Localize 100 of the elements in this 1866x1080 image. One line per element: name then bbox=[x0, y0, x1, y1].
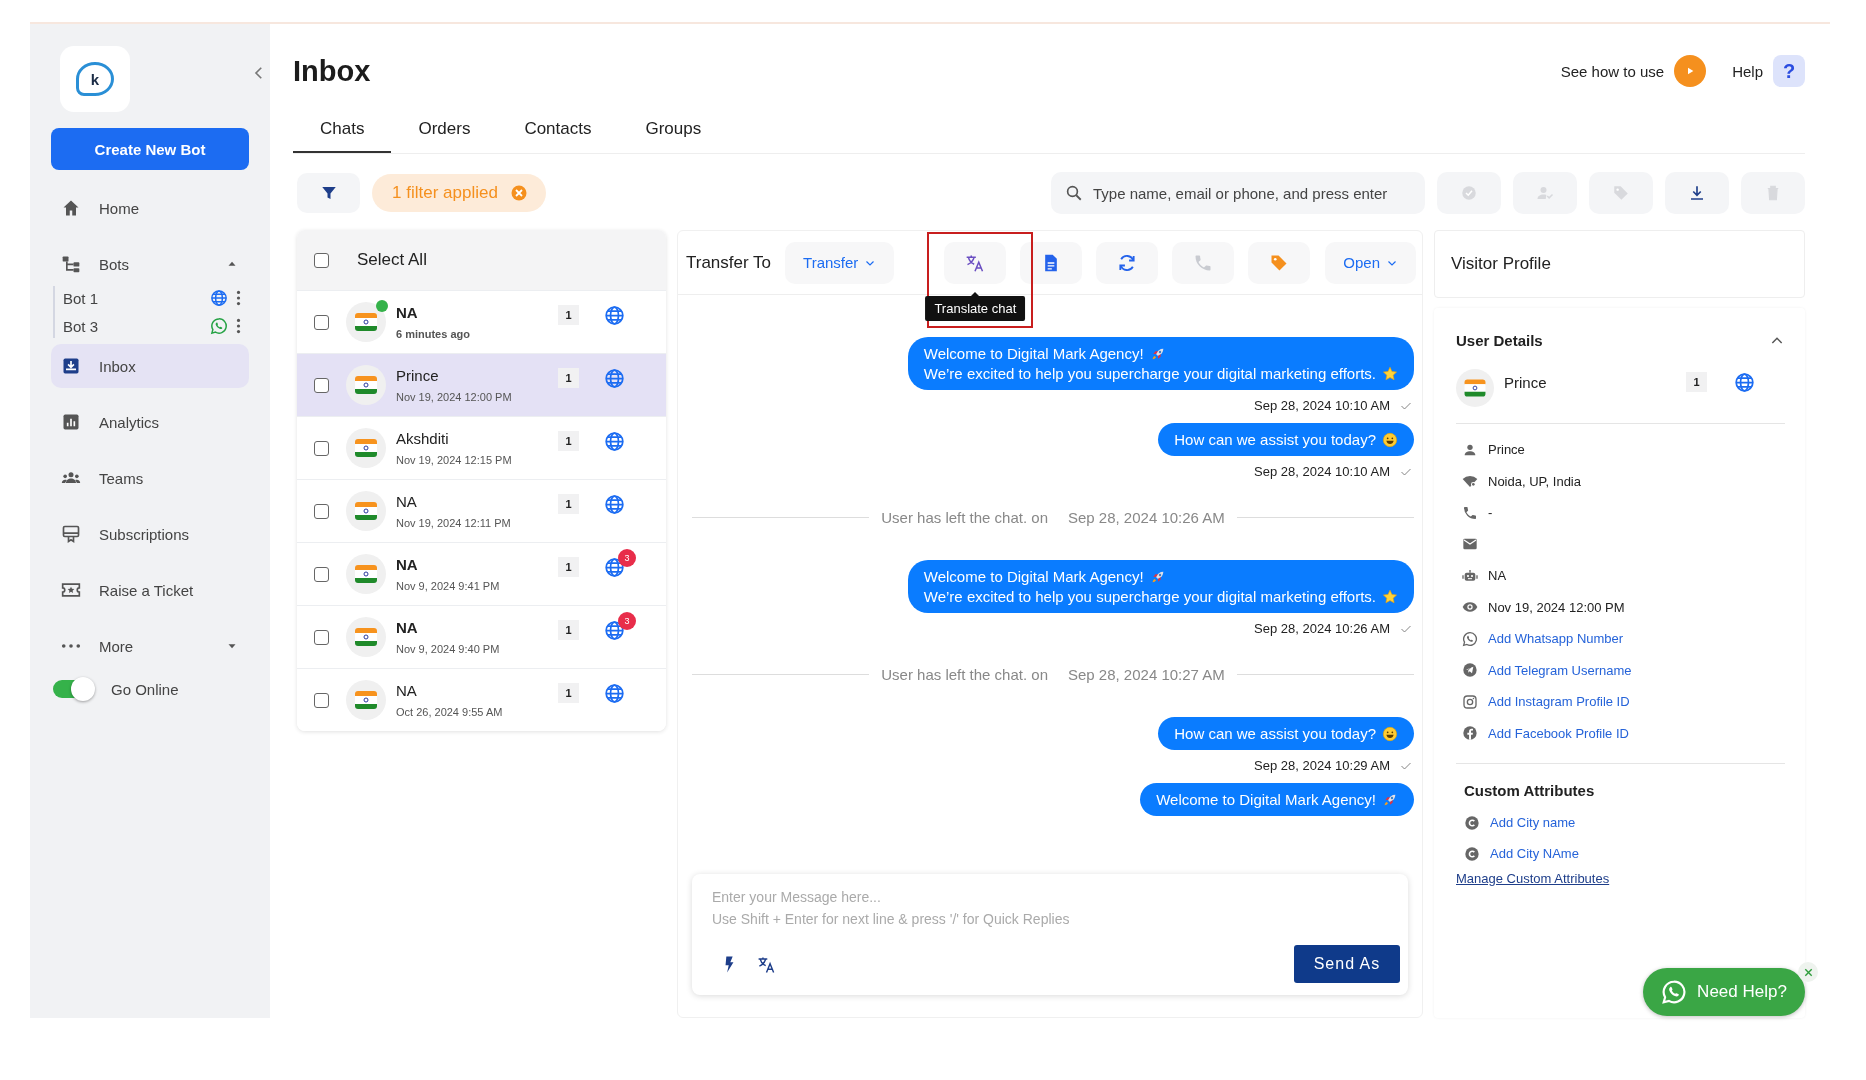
transfer-dropdown[interactable]: Transfer bbox=[785, 241, 895, 284]
bot-name[interactable]: Bot 1 bbox=[63, 289, 210, 307]
chat-list-item[interactable]: NA Nov 9, 2024 9:40 PM 1 3 bbox=[297, 605, 666, 668]
message-time: Sep 28, 2024 10:26 AM bbox=[1254, 621, 1390, 636]
chat-time: Nov 19, 2024 12:11 PM bbox=[396, 517, 512, 529]
toolbar-button[interactable] bbox=[944, 241, 1007, 284]
sidebar-item[interactable]: Raise a Ticket bbox=[51, 562, 249, 618]
help-button[interactable]: ? bbox=[1773, 55, 1805, 87]
contact-name: NA bbox=[396, 619, 419, 636]
detail-text: - bbox=[1488, 505, 1493, 521]
sidebar-item[interactable]: Home bbox=[51, 180, 249, 236]
check-circle-icon bbox=[1460, 184, 1478, 202]
add-link[interactable]: Add Facebook Profile ID bbox=[1488, 725, 1629, 741]
detail-text: NA bbox=[1488, 568, 1507, 584]
add-link[interactable]: Add Whatsapp Number bbox=[1488, 631, 1624, 647]
add-link[interactable]: Add Telegram Username bbox=[1488, 662, 1632, 678]
globe-icon bbox=[604, 556, 625, 578]
sidebar-item[interactable]: Bots bbox=[51, 236, 249, 292]
transfer-label: Transfer To bbox=[686, 252, 772, 273]
message-time: Sep 28, 2024 10:10 AM bbox=[1254, 464, 1390, 479]
toolbar-button[interactable] bbox=[1020, 241, 1083, 284]
help-link[interactable]: Help bbox=[1732, 62, 1763, 80]
count-badge: 1 bbox=[558, 305, 579, 325]
tab[interactable]: Groups bbox=[618, 106, 729, 153]
close-button[interactable] bbox=[1798, 962, 1818, 982]
manage-link[interactable]: Manage Custom Attributes bbox=[1456, 871, 1610, 886]
whatsapp-icon bbox=[210, 317, 228, 335]
tab[interactable]: Chats bbox=[293, 106, 392, 153]
checkbox[interactable] bbox=[314, 566, 329, 582]
sidebar-item[interactable]: Teams bbox=[51, 450, 249, 506]
close-icon bbox=[1802, 966, 1814, 978]
message-text: Welcome to Digital Mark Agency! bbox=[1156, 791, 1376, 808]
chat-list-item[interactable]: Akshditi Nov 19, 2024 12:15 PM 1 bbox=[297, 416, 666, 479]
add-link[interactable]: Add Instagram Profile ID bbox=[1488, 694, 1630, 710]
sidebar-label: Subscriptions bbox=[99, 525, 191, 543]
chat-list-item[interactable]: NA Nov 19, 2024 12:11 PM 1 bbox=[297, 479, 666, 542]
checkbox[interactable] bbox=[314, 692, 329, 708]
chat-time: Nov 9, 2024 9:41 PM bbox=[396, 580, 501, 592]
india-flag-icon bbox=[346, 491, 386, 531]
chat-list-item[interactable]: Prince Nov 19, 2024 12:00 PM 1 bbox=[297, 353, 666, 416]
sidebar-label: Analytics bbox=[99, 413, 161, 431]
detail-text: Noida, UP, India bbox=[1488, 473, 1581, 489]
checkbox[interactable] bbox=[314, 440, 329, 456]
filter-button[interactable] bbox=[297, 173, 360, 213]
india-flag-icon bbox=[346, 617, 386, 657]
sidebar-label: Inbox bbox=[99, 357, 137, 375]
section-title: Custom Attributes bbox=[1464, 782, 1596, 799]
tab[interactable]: Contacts bbox=[497, 106, 619, 153]
monitor-icon bbox=[61, 524, 81, 544]
detail-text: Prince bbox=[1488, 442, 1525, 458]
create-bot-button[interactable]: Create New Bot bbox=[51, 128, 249, 170]
kebab-menu-icon bbox=[236, 318, 241, 334]
checkbox[interactable] bbox=[314, 629, 329, 645]
event-time: Sep 28, 2024 10:26 AM bbox=[1068, 509, 1225, 526]
globe-icon bbox=[604, 682, 625, 704]
chat-list-item[interactable]: NA Nov 9, 2024 9:41 PM 1 3 bbox=[297, 542, 666, 605]
toggle-switch[interactable] bbox=[53, 680, 93, 698]
unread-badge: 3 bbox=[618, 611, 636, 630]
add-link[interactable]: Add City name bbox=[1490, 815, 1576, 830]
contact-name: NA bbox=[396, 304, 419, 321]
message-composer[interactable]: Enter your Message here... Use Shift + Enter for next line & press '/' for Quick Replies Send As bbox=[692, 874, 1408, 995]
unread-badge: 3 bbox=[618, 548, 636, 567]
search-field[interactable]: Type name, email or phone, and press enter bbox=[1051, 172, 1425, 214]
send-button[interactable]: Send As bbox=[1294, 945, 1400, 983]
bot-name[interactable]: Bot 3 bbox=[63, 317, 210, 335]
globe-icon bbox=[1734, 371, 1755, 393]
checkbox[interactable] bbox=[314, 377, 329, 393]
chat-list-item[interactable]: NA 6 minutes ago 1 bbox=[297, 290, 666, 353]
system-message: User has left the chat. on bbox=[881, 509, 1048, 526]
checkbox[interactable] bbox=[314, 503, 329, 519]
sidebar-item[interactable]: Analytics bbox=[51, 394, 249, 450]
count-badge: 1 bbox=[558, 557, 579, 577]
checkbox[interactable] bbox=[314, 252, 329, 268]
toolbar-button[interactable] bbox=[1096, 241, 1159, 284]
globe-icon bbox=[210, 289, 228, 307]
panel-title: Visitor Profile bbox=[1451, 254, 1551, 274]
phone-icon bbox=[1462, 504, 1478, 521]
sidebar-label: Raise a Ticket bbox=[99, 581, 195, 599]
translate-icon bbox=[757, 954, 776, 974]
chat-time: Oct 26, 2024 9:55 AM bbox=[396, 706, 504, 718]
section-title: User Details bbox=[1456, 332, 1543, 349]
guide-link[interactable]: See how to use bbox=[1560, 62, 1665, 80]
action-button[interactable] bbox=[1665, 172, 1729, 214]
chat-list-item[interactable]: NA Oct 26, 2024 9:55 AM 1 bbox=[297, 668, 666, 731]
detail-text: Nov 19, 2024 12:00 PM bbox=[1488, 599, 1625, 615]
whatsapp-icon bbox=[1661, 979, 1688, 1005]
user-check-icon bbox=[1536, 184, 1554, 202]
count-badge: 1 bbox=[558, 431, 579, 451]
contact-name: NA bbox=[396, 682, 418, 699]
checkbox[interactable] bbox=[314, 314, 329, 330]
tab[interactable]: Orders bbox=[391, 106, 498, 153]
sidebar-item[interactable]: Subscriptions bbox=[51, 506, 249, 562]
sidebar-item[interactable]: More bbox=[51, 618, 249, 674]
add-link[interactable]: Add City NAme bbox=[1490, 846, 1579, 861]
status-dropdown[interactable]: Open bbox=[1325, 241, 1416, 284]
sidebar-item[interactable]: Inbox bbox=[51, 344, 249, 388]
globe-icon bbox=[604, 493, 625, 515]
clear-icon bbox=[509, 184, 528, 202]
india-flag-icon bbox=[346, 554, 386, 594]
globe-icon bbox=[604, 304, 625, 326]
